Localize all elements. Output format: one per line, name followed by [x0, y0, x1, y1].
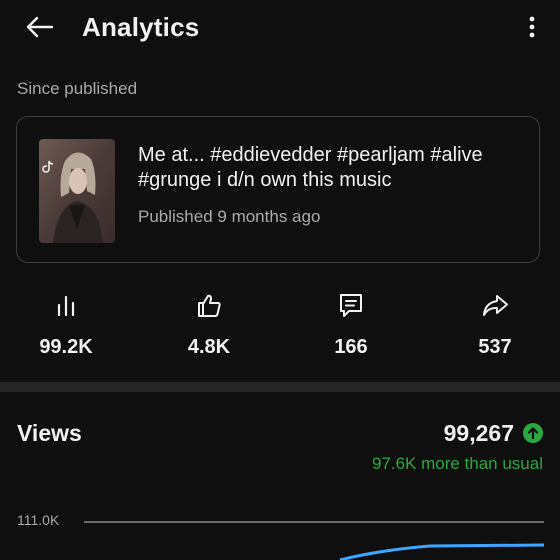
thumbs-up-icon [198, 294, 221, 317]
section-label: Since published [17, 79, 138, 98]
views-trend-line [339, 543, 545, 560]
views-total: 99,267 [443, 420, 514, 446]
video-card[interactable]: Me at... #eddievedder #pearljam #alive #… [16, 116, 540, 263]
video-title: Me at... #eddievedder #pearljam #alive #… [138, 144, 483, 191]
stat-comments-value: 166 [334, 336, 368, 358]
section-divider [0, 382, 560, 392]
more-vert-icon [529, 16, 535, 38]
back-button[interactable] [20, 10, 58, 44]
stat-likes-value: 4.8K [187, 336, 231, 358]
stats-row: 99.2K 4.8K 166 537 [0, 285, 560, 365]
stat-likes[interactable]: 4.8K [149, 285, 269, 365]
views-label: Views [17, 420, 82, 446]
page-title: Analytics [82, 12, 200, 42]
stat-shares-value: 537 [478, 336, 512, 358]
arrow-up-icon [523, 423, 543, 443]
arrow-left-icon [26, 16, 54, 38]
views-comparison: 97.6K more than usual [371, 454, 543, 473]
share-icon [483, 295, 508, 316]
chart-gridline [84, 521, 544, 523]
stat-views[interactable]: 99.2K [6, 285, 126, 365]
published-date: Published 9 months ago [138, 207, 321, 226]
chart-y-max-label: 111.0K [17, 512, 60, 528]
stat-comments[interactable]: 166 [291, 285, 411, 365]
stat-shares[interactable]: 537 [435, 285, 555, 365]
more-options-button[interactable] [520, 10, 544, 44]
video-thumbnail [39, 139, 115, 243]
views-bars-icon [57, 295, 75, 317]
app-bar: Analytics [0, 0, 560, 56]
stat-views-value: 99.2K [39, 336, 93, 358]
comment-icon [340, 294, 362, 317]
